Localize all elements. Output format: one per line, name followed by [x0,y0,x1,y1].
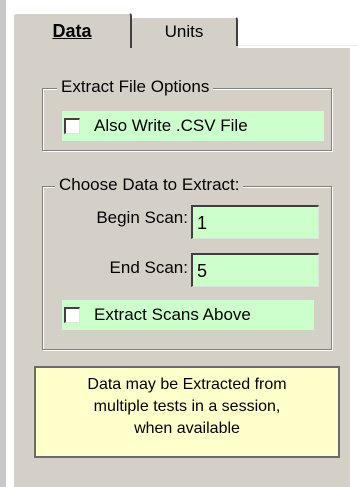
extract-dialog: Data Units Extract File Options Also Wri… [0,0,358,487]
also-write-csv-option[interactable]: Also Write .CSV File [62,111,324,141]
choose-data-title: Choose Data to Extract: [55,175,244,195]
extract-scans-above-label: Extract Scans Above [94,305,251,324]
panel-right-edge [350,46,358,487]
tab-data-label: Data [52,20,92,41]
extract-scans-above-option[interactable]: Extract Scans Above [62,300,314,330]
end-scan-input[interactable]: 5 [191,253,319,287]
info-note-line-3: when available [134,420,240,437]
also-write-csv-checkbox[interactable] [64,118,80,134]
info-note-line-1: Data may be Extracted from [87,376,287,393]
window-edge [0,0,7,487]
begin-scan-label: Begin Scan: [96,208,188,227]
end-scan-label: End Scan: [109,258,188,277]
info-note-line-2: multiple tests in a session, [93,398,281,415]
tab-units-label: Units [164,22,204,41]
extract-file-options-title: Extract File Options [57,77,214,97]
begin-scan-input[interactable]: 1 [191,205,319,239]
tab-units[interactable]: Units [130,16,238,46]
extract-scans-above-checkbox[interactable] [64,307,80,323]
tab-strip-line [238,45,358,48]
tab-data[interactable]: Data [12,12,132,48]
info-note: Data may be Extracted from multiple test… [34,366,340,458]
also-write-csv-label: Also Write .CSV File [94,116,248,135]
